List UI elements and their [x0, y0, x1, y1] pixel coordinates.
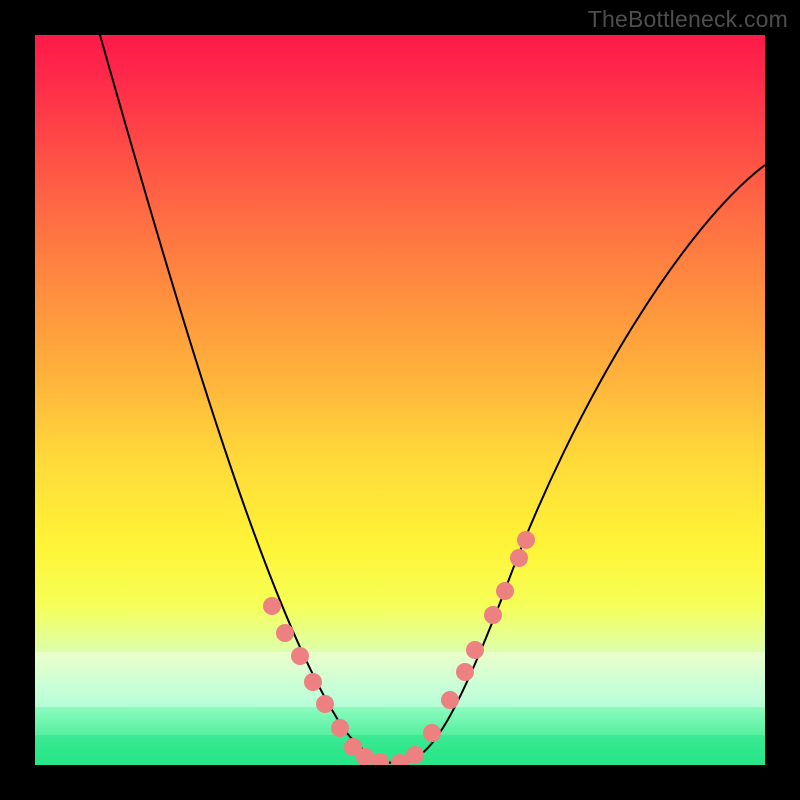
marker-layer	[263, 531, 535, 765]
sample-point	[484, 606, 502, 624]
sample-point	[496, 582, 514, 600]
plot-area	[35, 35, 765, 765]
sample-point	[406, 746, 424, 764]
sample-point	[291, 647, 309, 665]
sample-point	[466, 641, 484, 659]
sample-point	[441, 691, 459, 709]
watermark-text: TheBottleneck.com	[588, 6, 788, 33]
sample-point	[331, 719, 349, 737]
pale-band	[35, 652, 765, 707]
sample-point	[423, 724, 441, 742]
sample-point	[304, 673, 322, 691]
sample-point	[276, 624, 294, 642]
sample-point	[517, 531, 535, 549]
sample-point	[263, 597, 281, 615]
sample-point	[316, 695, 334, 713]
sample-point	[456, 663, 474, 681]
overlay-bands	[35, 652, 765, 765]
sample-point	[510, 549, 528, 567]
chart-frame: TheBottleneck.com	[0, 0, 800, 800]
chart-svg	[35, 35, 765, 765]
